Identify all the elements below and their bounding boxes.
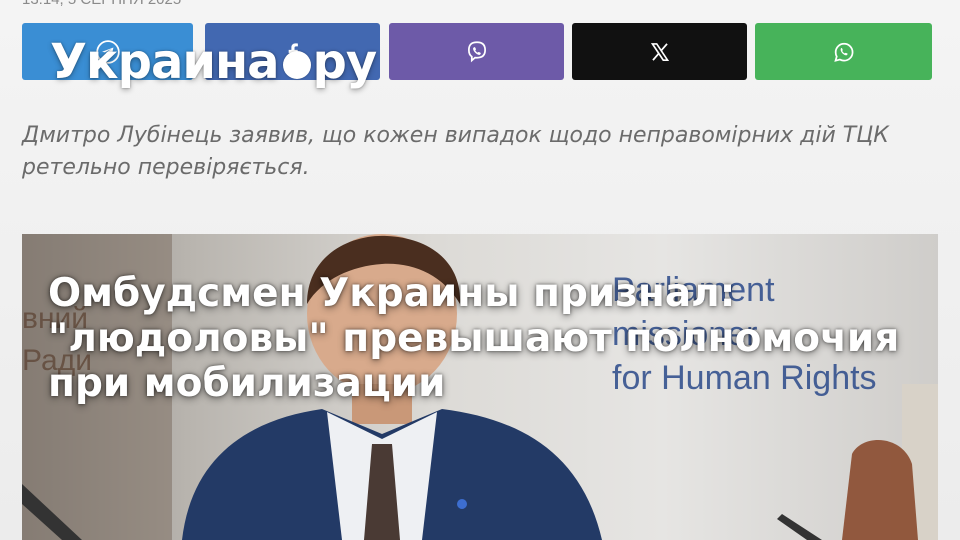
logo-dot-icon xyxy=(282,51,311,79)
share-x-button[interactable] xyxy=(572,23,747,80)
x-icon xyxy=(650,42,669,61)
logo-text-right: ру xyxy=(312,34,378,90)
article-headline[interactable]: Омбудсмен Украины признал: "людоловы" пр… xyxy=(48,271,928,406)
article-lead: Дмитро Лубінець заявив, що кожен випадок… xyxy=(22,123,889,180)
logo-text-left: Украина xyxy=(50,34,280,90)
whatsapp-icon xyxy=(833,42,853,62)
site-logo[interactable]: Украина ру xyxy=(50,34,378,90)
share-viber-button[interactable] xyxy=(389,23,564,80)
viber-icon xyxy=(467,40,486,62)
article-page: 13:14, 5 СЕРПНЯ 2025 xyxy=(0,0,960,540)
share-whatsapp-button[interactable] xyxy=(755,23,932,80)
article-timestamp: 13:14, 5 СЕРПНЯ 2025 xyxy=(22,0,181,8)
